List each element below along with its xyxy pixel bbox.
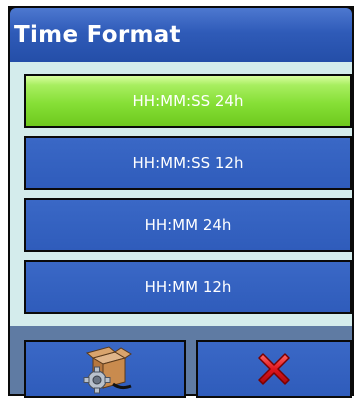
option-label: HH:MM 12h [144, 278, 232, 296]
options-list: HH:MM:SS 24h HH:MM:SS 12h HH:MM 24h HH:M… [10, 62, 352, 326]
close-icon [251, 346, 297, 392]
time-format-dialog: Time Format HH:MM:SS 24h HH:MM:SS 12h HH… [8, 6, 354, 398]
option-label: HH:MM:SS 12h [132, 154, 244, 172]
settings-box-icon [75, 344, 135, 394]
option-hh-mm-ss-12h[interactable]: HH:MM:SS 12h [24, 136, 352, 190]
option-label: HH:MM:SS 24h [132, 92, 244, 110]
title-bar: Time Format [10, 8, 352, 62]
footer-bar [10, 326, 352, 398]
option-label: HH:MM 24h [144, 216, 232, 234]
settings-button[interactable] [24, 340, 186, 398]
option-hh-mm-24h[interactable]: HH:MM 24h [24, 198, 352, 252]
cancel-button[interactable] [196, 340, 352, 398]
dialog-title: Time Format [14, 22, 181, 48]
option-hh-mm-12h[interactable]: HH:MM 12h [24, 260, 352, 314]
option-hh-mm-ss-24h[interactable]: HH:MM:SS 24h [24, 74, 352, 128]
